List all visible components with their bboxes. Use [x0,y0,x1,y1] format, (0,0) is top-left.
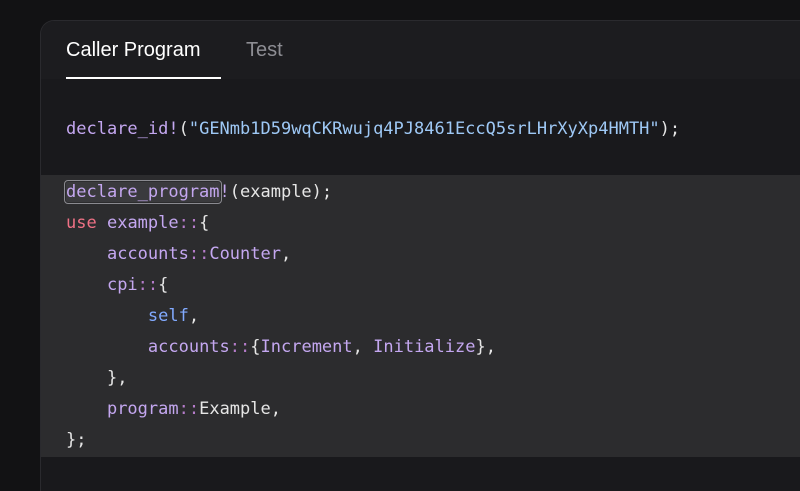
tab-test[interactable]: Test [246,37,283,63]
code-line-9: program::Example, [66,396,281,422]
tab-bar: Caller Program Test [41,21,800,79]
self-token: self [147,306,189,326]
plain-token: }, [106,368,128,388]
bang-token: ! [219,182,230,202]
ident-token: Example [199,399,271,419]
punct-token: ); [659,119,681,139]
plain-token: }, [475,337,496,357]
code-line-3: use example::{ [66,210,209,236]
code-line-10: }; [66,427,86,453]
ident-token: program [106,399,179,419]
path-sep-token: :: [137,275,159,295]
path-sep-token: :: [229,337,251,357]
code-line-6: self, [66,303,199,329]
ident-token: Counter [209,244,281,264]
plain-token: { [199,213,210,233]
string-token: "GENmb1D59wqCKRwujq4PJ8461EccQ5srLHrXyXp… [188,119,660,139]
ident-token: cpi [106,275,138,295]
plain-token: }; [66,430,87,450]
ident-token: example [106,213,179,233]
tab-caller-program[interactable]: Caller Program [66,37,200,63]
path-sep-token: :: [188,244,210,264]
plain-token: , [270,399,281,419]
path-sep-token: :: [178,213,200,233]
code-line-2: declare_program!(example); [64,179,333,205]
macro-token-selected[interactable]: declare_program [64,180,222,204]
ident-token: Initialize [373,337,476,357]
keyword-token: use [66,213,97,233]
code-panel: Caller Program Test declare_id!("GENmb1D… [40,20,800,491]
code-line-7: accounts::{Increment, Initialize}, [66,334,496,360]
plain-token: (example); [229,182,333,202]
plain-token: , [280,244,292,264]
ident-token: accounts [106,244,189,264]
macro-token: declare_id! [66,119,179,139]
plain-token: , [188,306,200,326]
ident-token: Increment [260,337,353,357]
path-sep-token: :: [178,399,200,419]
punct-token: ( [178,119,189,139]
code-line-1: declare_id!("GENmb1D59wqCKRwujq4PJ8461Ec… [66,116,680,142]
plain-token: { [158,275,169,295]
code-line-5: cpi::{ [66,272,168,298]
plain-token: { [250,337,261,357]
ident-token: accounts [147,337,230,357]
code-line-8: }, [66,365,127,391]
code-editor[interactable]: declare_id!("GENmb1D59wqCKRwujq4PJ8461Ec… [41,79,800,491]
code-line-4: accounts::Counter, [66,241,291,267]
plain-token: , [352,337,374,357]
